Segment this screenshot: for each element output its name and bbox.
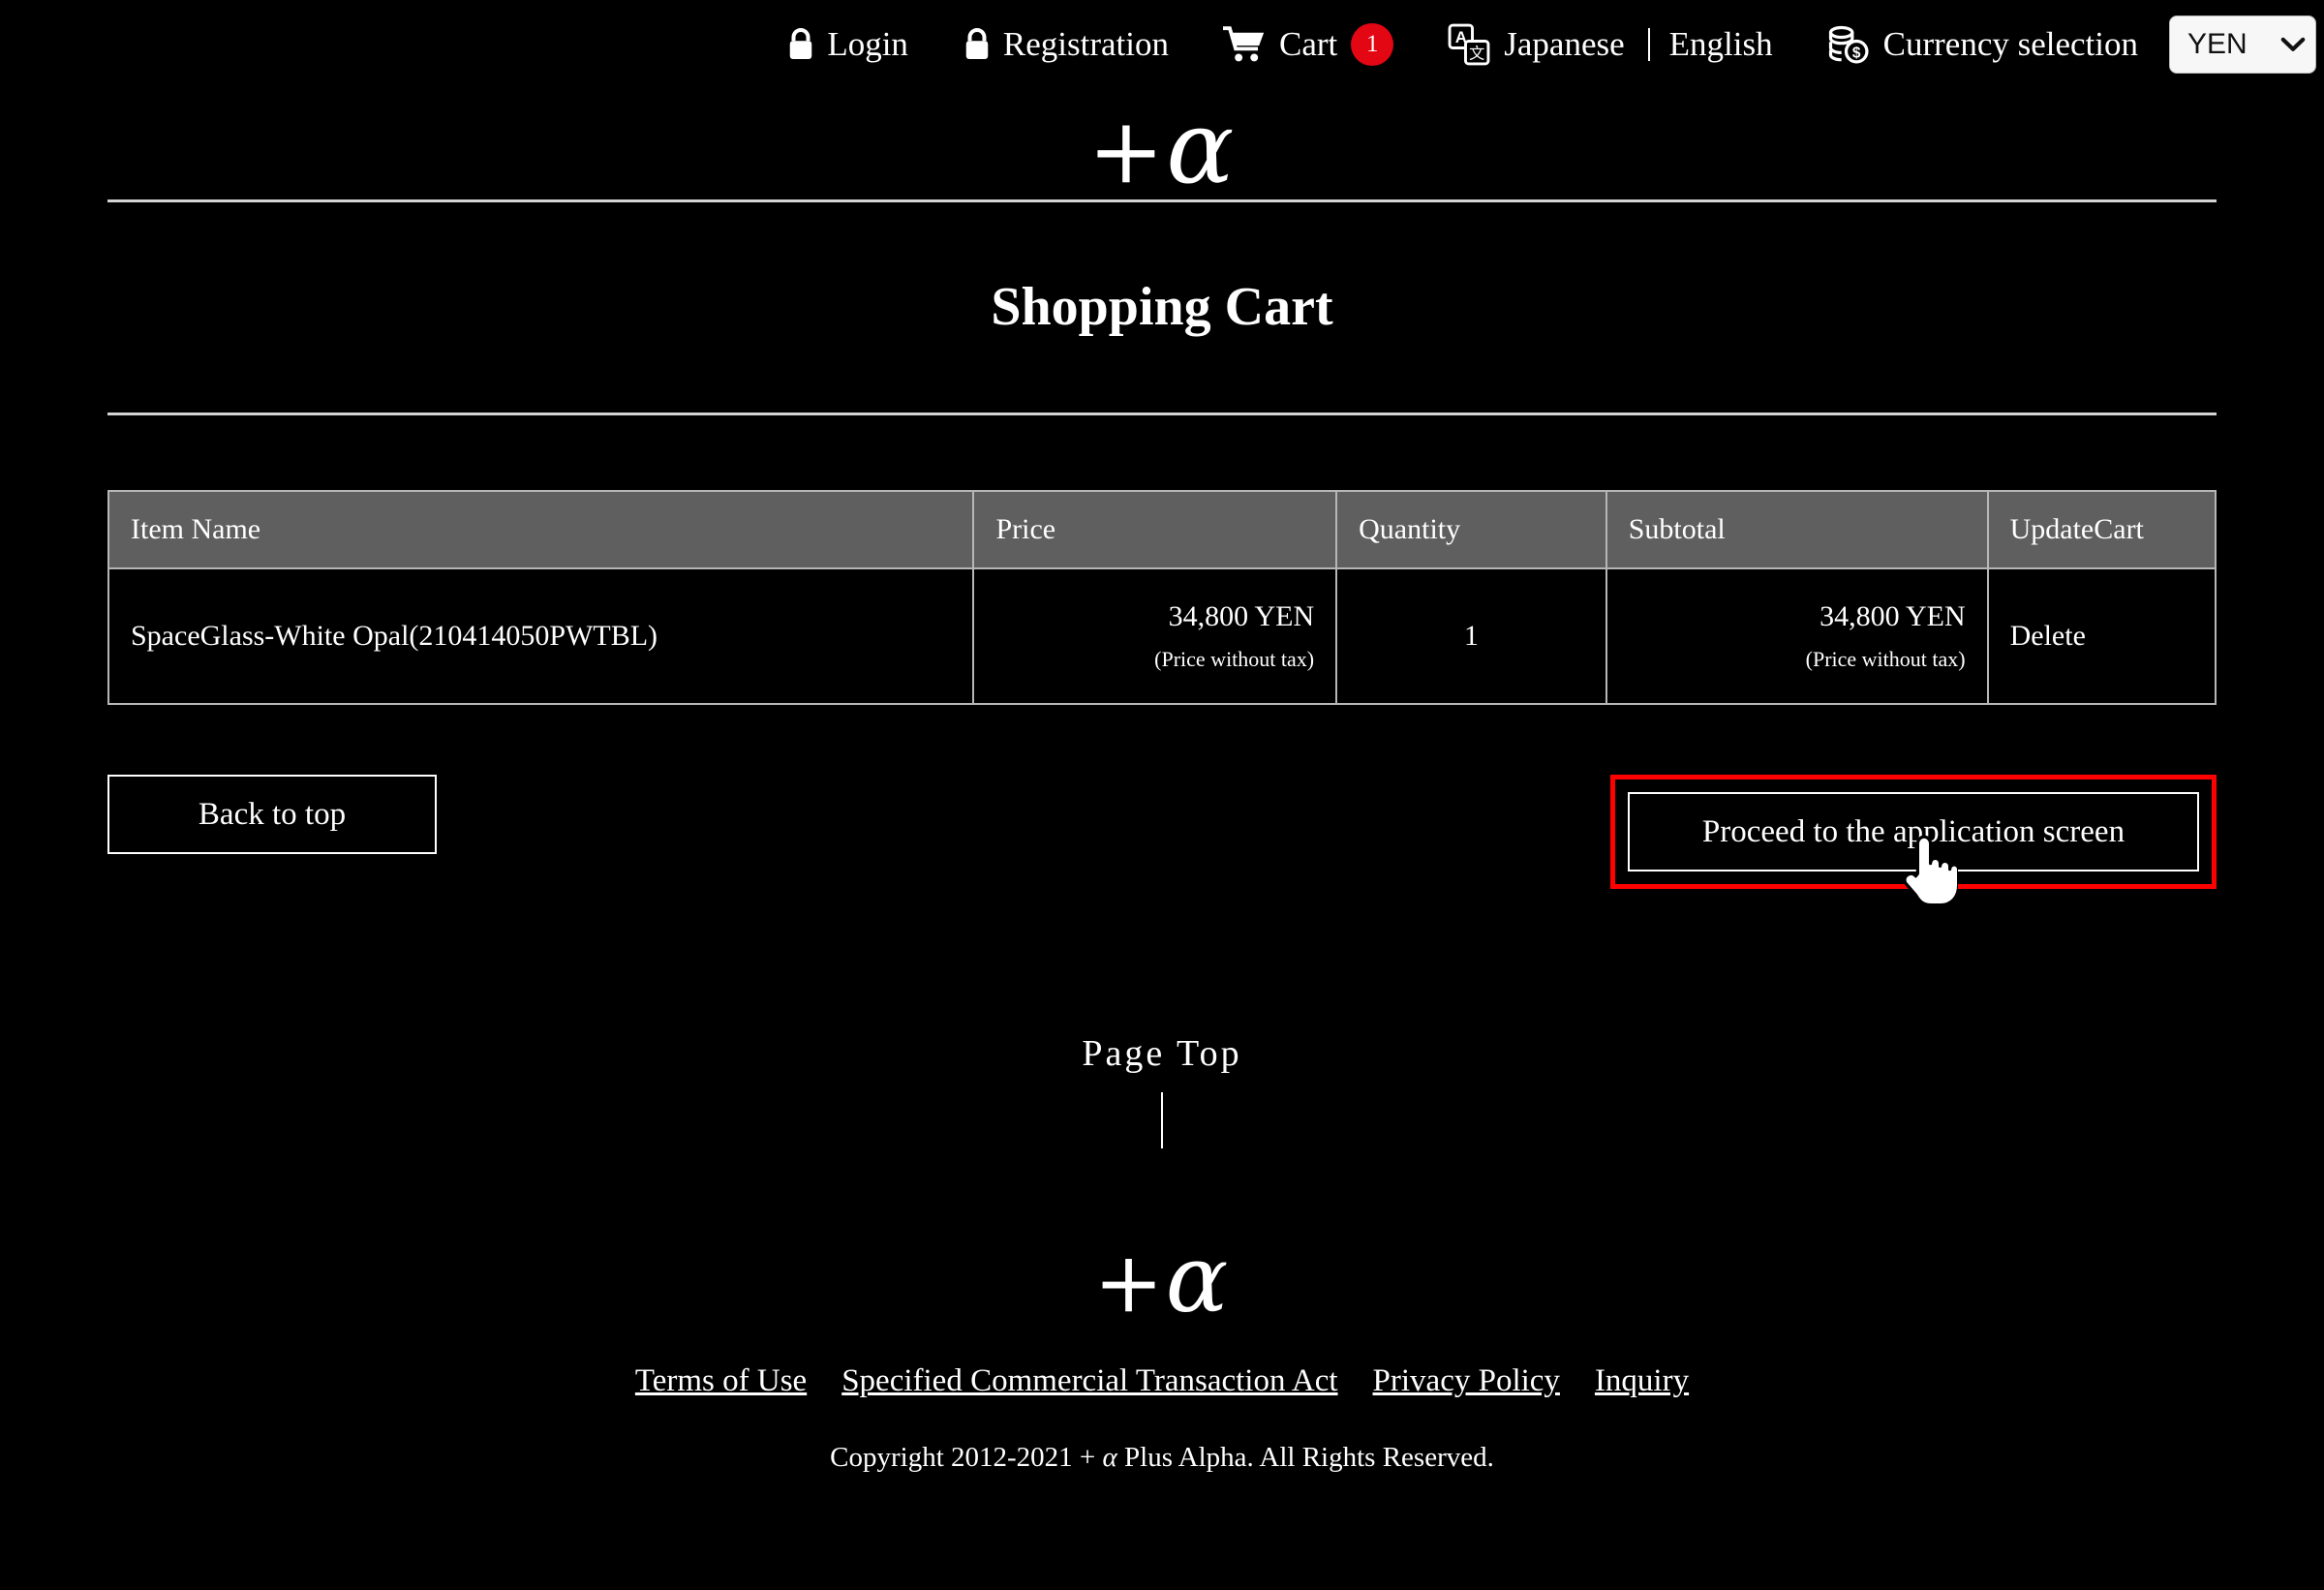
footer-links: Terms of Use Specified Commercial Transa… (107, 1363, 2217, 1399)
language-separator (1647, 28, 1650, 61)
translate-icon: A 文 (1448, 23, 1490, 66)
cell-price: 34,800 YEN (Price without tax) (972, 567, 1338, 706)
shopping-cart-table: Item Name Price Quantity Subtotal Update… (107, 490, 2217, 706)
language-english-link[interactable]: English (1669, 25, 1773, 64)
footer-link-specified-commercial-transaction-act[interactable]: Specified Commercial Transaction Act (841, 1363, 1337, 1398)
copyright-alpha: α (1102, 1442, 1117, 1474)
currency-selection-label: Currency selection (1882, 25, 2138, 63)
language-japanese-link[interactable]: Japanese (1504, 25, 1624, 64)
chevron-down-icon (2280, 37, 2306, 52)
subtotal-tax-note: (Price without tax) (1805, 647, 1966, 672)
page-top-line (1161, 1092, 1163, 1149)
page-top-label: Page Top (1082, 1033, 1242, 1075)
column-header-price: Price (972, 490, 1338, 570)
page-top-anchor[interactable]: Page Top (107, 1032, 2217, 1149)
price-value: 34,800 YEN (1168, 600, 1315, 633)
svg-text:$: $ (1852, 45, 1861, 61)
column-header-quantity: Quantity (1335, 490, 1607, 570)
currency-selection: $ Currency selection YEN (1827, 15, 2316, 74)
cell-item-name: SpaceGlass-White Opal(210414050PWTBL) (107, 567, 975, 706)
footer-link-inquiry[interactable]: Inquiry (1595, 1363, 1689, 1398)
language-selector: A 文 Japanese English (1448, 23, 1773, 66)
currency-select-value: YEN (2187, 28, 2248, 60)
copyright-text: Copyright 2012-2021 + α Plus Alpha. All … (107, 1442, 2217, 1474)
registration-link[interactable]: Registration (963, 25, 1169, 64)
table-row: SpaceGlass-White Opal(210414050PWTBL) 34… (107, 567, 2217, 706)
cart-link[interactable]: Cart 1 (1221, 23, 1394, 66)
column-header-updatecart: UpdateCart (1986, 490, 2217, 570)
cart-table-head: Item Name Price Quantity Subtotal Update… (107, 490, 2217, 570)
table-header-row: Item Name Price Quantity Subtotal Update… (107, 490, 2217, 570)
content-wrapper: Shopping Cart Item Name Price Quantity S… (107, 199, 2217, 1474)
footer-logo-mark: +α (1093, 1232, 1231, 1332)
cart-actions: Back to top Proceed to the application s… (107, 775, 2217, 920)
column-header-subtotal: Subtotal (1605, 490, 1989, 570)
cart-count-badge: 1 (1351, 23, 1394, 66)
proceed-highlight-annotation: Proceed to the application screen (1610, 775, 2217, 907)
footer-link-terms-of-use[interactable]: Terms of Use (635, 1363, 807, 1398)
cart-label: Cart (1279, 25, 1338, 63)
site-logo-header[interactable]: +α (0, 95, 2324, 204)
page-title: Shopping Cart (991, 276, 1333, 337)
footer-logo-plus: + (1093, 1235, 1166, 1332)
cart-icon (1221, 26, 1266, 63)
cart-table-body: SpaceGlass-White Opal(210414050PWTBL) 34… (107, 567, 2217, 706)
back-to-top-button[interactable]: Back to top (107, 775, 437, 855)
delete-link[interactable]: Delete (2010, 620, 2086, 652)
coins-icon: $ (1827, 25, 1870, 64)
cell-updatecart: Delete (1986, 567, 2217, 706)
copyright-after: Plus Alpha. All Rights Reserved. (1116, 1442, 1494, 1474)
logo-mark: +α (1087, 95, 1237, 204)
subtotal-value: 34,800 YEN (1819, 600, 1966, 633)
site-logo-footer[interactable]: +α (107, 1232, 2217, 1330)
footer-logo-alpha: α (1165, 1225, 1231, 1334)
login-label: Login (827, 25, 908, 63)
column-header-item-name: Item Name (107, 490, 975, 570)
registration-label: Registration (1002, 25, 1170, 63)
lock-icon (963, 27, 992, 62)
lock-icon (786, 27, 815, 62)
logo-alpha: α (1166, 88, 1237, 206)
cell-subtotal: 34,800 YEN (Price without tax) (1605, 567, 1989, 706)
proceed-to-application-button[interactable]: Proceed to the application screen (1628, 792, 2199, 872)
cell-quantity: 1 (1335, 567, 1607, 706)
currency-select[interactable]: YEN (2169, 15, 2316, 74)
footer-link-privacy-policy[interactable]: Privacy Policy (1373, 1363, 1560, 1398)
svg-text:文: 文 (1469, 44, 1484, 62)
title-divider-bottom (107, 413, 2217, 416)
copyright-before: Copyright 2012-2021 + (830, 1442, 1103, 1474)
top-utility-bar: Login Registration Cart 1 A 文 Japanese E… (0, 0, 2324, 89)
logo-plus: + (1087, 99, 1167, 204)
price-tax-note: (Price without tax) (1154, 647, 1315, 672)
login-link[interactable]: Login (786, 25, 908, 64)
